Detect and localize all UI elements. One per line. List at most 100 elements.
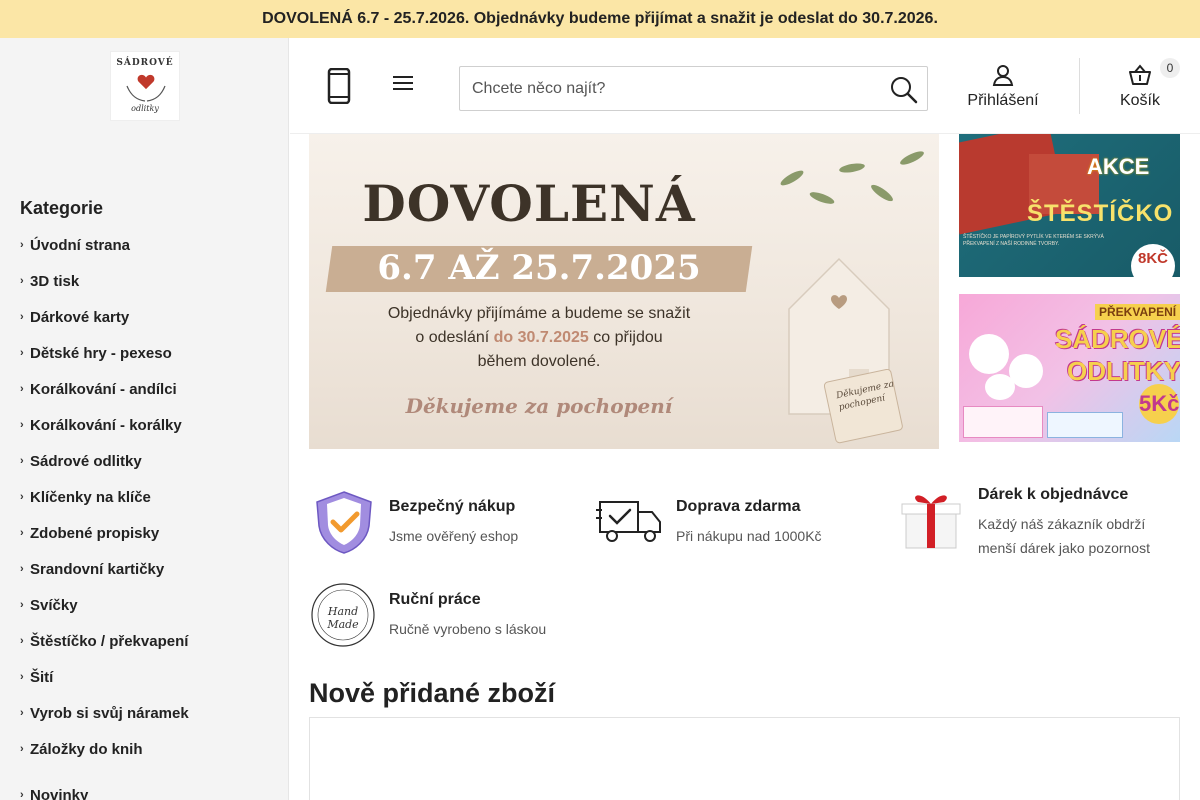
category-label: Dětské hry - pexeso bbox=[30, 344, 172, 362]
feature-title: Dárek k objednávce bbox=[978, 486, 1129, 503]
leaf-decoration bbox=[808, 189, 836, 207]
chevron-right-icon: › bbox=[20, 419, 24, 431]
hero-text: Objednávky přijímáme a budeme se snažit … bbox=[309, 302, 769, 374]
feature-title: Bezpečný nákup bbox=[389, 498, 516, 515]
promo-title: AKCE bbox=[1087, 154, 1150, 179]
category-item-kartičky[interactable]: › Srandovní kartičky bbox=[20, 551, 189, 587]
promo-banner-stesticko[interactable]: AKCE ŠTĚSTÍČKO ŠTĚSTÍČKO JE PAPÍROVÝ PYT… bbox=[959, 134, 1180, 277]
announcement-text: DOVOLENÁ 6.7 - 25.7.2026. Objednávky bud… bbox=[262, 10, 938, 27]
chevron-right-icon: › bbox=[20, 491, 24, 503]
category-item-stesticko[interactable]: › Štěstíčko / překvapení bbox=[20, 623, 189, 659]
feature-free-shipping: Doprava zdarma Při nákupu nad 1000Kč bbox=[596, 490, 886, 560]
leaf-decoration bbox=[778, 168, 806, 188]
category-label: Svíčky bbox=[30, 596, 78, 614]
chevron-right-icon: › bbox=[20, 383, 24, 395]
chevron-right-icon: › bbox=[20, 635, 24, 647]
categories-title: Kategorie bbox=[20, 198, 104, 218]
hero-dates: 6.7 AŽ 25.7.2025 bbox=[377, 248, 701, 288]
shield-check-icon bbox=[316, 491, 372, 554]
category-label: Novinky bbox=[30, 786, 89, 800]
promo-small-text: ŠTĚSTÍČKO JE PAPÍROVÝ PYTLÍK VE KTERÉM S… bbox=[963, 234, 1104, 247]
category-item-3d-tisk[interactable]: › 3D tisk bbox=[20, 263, 189, 299]
category-item-zalozky[interactable]: › Záložky do knih bbox=[20, 731, 189, 767]
category-label: Záložky do knih bbox=[30, 740, 143, 758]
chevron-right-icon: › bbox=[20, 671, 24, 683]
category-item-koralkovani-koralky[interactable]: › Korálkování - korálky bbox=[20, 407, 189, 443]
feature-gift-with-order: Dárek k objednávce Každý náš zákazník ob… bbox=[898, 480, 1188, 570]
promo-subtitle: ŠTĚSTÍČKO bbox=[1027, 200, 1174, 227]
category-label: Srandovní kartičky bbox=[30, 560, 165, 578]
feature-secure-shopping: Bezpečný nákup Jsme ověřený eshop bbox=[309, 490, 589, 560]
category-item-uvodni-strana[interactable]: › Úvodní strana bbox=[20, 227, 189, 263]
promo-title-line1: SÁDROVÉ bbox=[1055, 324, 1180, 354]
promo-price: 8KČ bbox=[1131, 244, 1175, 277]
hero-deadline: do 30.7.2025 bbox=[493, 329, 589, 346]
login-button[interactable]: Přihlášení bbox=[955, 62, 1051, 114]
feature-handmade: Hand Made Ruční práce Ručně vyrobeno s l… bbox=[309, 582, 599, 652]
category-label: Dárkové karty bbox=[30, 308, 130, 326]
category-label: Šití bbox=[30, 668, 54, 686]
promo-label: PŘEKVAPENÍ bbox=[1095, 304, 1180, 320]
chevron-right-icon: › bbox=[20, 311, 24, 323]
chevron-right-icon: › bbox=[20, 455, 24, 467]
chevron-right-icon: › bbox=[20, 239, 24, 251]
header-divider bbox=[1079, 58, 1080, 114]
user-icon bbox=[992, 65, 1014, 86]
figurine-decoration bbox=[985, 374, 1015, 400]
cart-label: Košík bbox=[1119, 92, 1160, 109]
phone-icon[interactable] bbox=[326, 68, 352, 104]
category-item-propisky[interactable]: › Zdobené propisky bbox=[20, 515, 189, 551]
delivery-truck-icon bbox=[596, 501, 661, 542]
promo-title-line2: ODLITKY bbox=[1067, 356, 1180, 386]
hero-text-line1: Objednávky přijímáme a budeme se snažit bbox=[387, 305, 691, 322]
gift-box-icon bbox=[901, 495, 961, 549]
chevron-right-icon: › bbox=[20, 789, 24, 800]
category-item-darkove-karty[interactable]: › Dárkové karty bbox=[20, 299, 189, 335]
category-label: Úvodní strana bbox=[30, 236, 131, 254]
chevron-right-icon: › bbox=[20, 707, 24, 719]
category-item-detske-hry[interactable]: › Dětské hry - pexeso bbox=[20, 335, 189, 371]
search-icon[interactable] bbox=[889, 75, 919, 105]
category-item-sadrove-odlitky[interactable]: › Sádrové odlitky bbox=[20, 443, 189, 479]
logo-line1: SÁDROVÉ bbox=[116, 58, 174, 68]
site-header: Přihlášení 0 Košík bbox=[290, 38, 1200, 134]
feature-desc: Jsme ověřený eshop bbox=[389, 528, 519, 544]
promo-price: 5Kč bbox=[1139, 384, 1179, 424]
category-item-koralkovani-andilci[interactable]: › Korálkování - andílci bbox=[20, 371, 189, 407]
leaf-decoration bbox=[898, 148, 926, 168]
category-label: Korálkování - andílci bbox=[30, 380, 177, 398]
feature-title: Ruční práce bbox=[389, 591, 481, 608]
cart-button[interactable]: 0 Košík bbox=[1100, 58, 1180, 114]
category-item-novinky[interactable]: › Novinky bbox=[20, 777, 189, 800]
leaf-decoration bbox=[838, 161, 866, 175]
category-label: Zdobené propisky bbox=[30, 524, 160, 542]
hero-vacation-banner[interactable]: DOVOLENÁ 6.7 AŽ 25.7.2025 Objednávky při… bbox=[309, 134, 939, 449]
hamburger-menu-icon[interactable] bbox=[393, 76, 415, 94]
chevron-right-icon: › bbox=[20, 347, 24, 359]
figurine-decoration bbox=[969, 334, 1009, 374]
search-box bbox=[459, 66, 928, 111]
search-input[interactable] bbox=[472, 77, 872, 101]
category-label: 3D tisk bbox=[30, 272, 80, 290]
category-item-svicky[interactable]: › Svíčky bbox=[20, 587, 189, 623]
feature-desc: Každý náš zákazník obdrží menší dárek ja… bbox=[978, 512, 1150, 560]
feature-desc-line1: Každý náš zákazník obdrží bbox=[978, 516, 1146, 532]
login-label: Přihlášení bbox=[967, 92, 1039, 109]
logo-line2: odlitky bbox=[131, 104, 159, 113]
info-card-decoration bbox=[1047, 412, 1123, 438]
category-list: › Úvodní strana › 3D tisk › Dárkové karty ›… bbox=[20, 227, 189, 800]
leaf-decoration bbox=[869, 182, 895, 204]
feature-title: Doprava zdarma bbox=[676, 498, 801, 515]
chevron-right-icon: › bbox=[20, 275, 24, 287]
promo-banner-sadrove-odlitky[interactable]: PŘEKVAPENÍ SÁDROVÉ ODLITKY 5Kč bbox=[959, 294, 1180, 442]
basket-icon bbox=[1129, 64, 1151, 85]
section-title-new-products: Nově přidané zboží bbox=[309, 678, 556, 708]
hero-text-line3: během dovolené. bbox=[477, 353, 601, 370]
category-item-siti[interactable]: › Šití bbox=[20, 659, 189, 695]
category-item-klicenky[interactable]: › Klíčenky na klíče bbox=[20, 479, 189, 515]
shop-logo[interactable]: SÁDROVÉ odlitky bbox=[110, 51, 180, 121]
category-item-naramek[interactable]: › Vyrob si svůj náramek bbox=[20, 695, 189, 731]
chevron-right-icon: › bbox=[20, 563, 24, 575]
hero-title: DOVOLENÁ bbox=[362, 174, 696, 233]
hero-thanks: Děkujeme za pochopení bbox=[405, 394, 673, 418]
